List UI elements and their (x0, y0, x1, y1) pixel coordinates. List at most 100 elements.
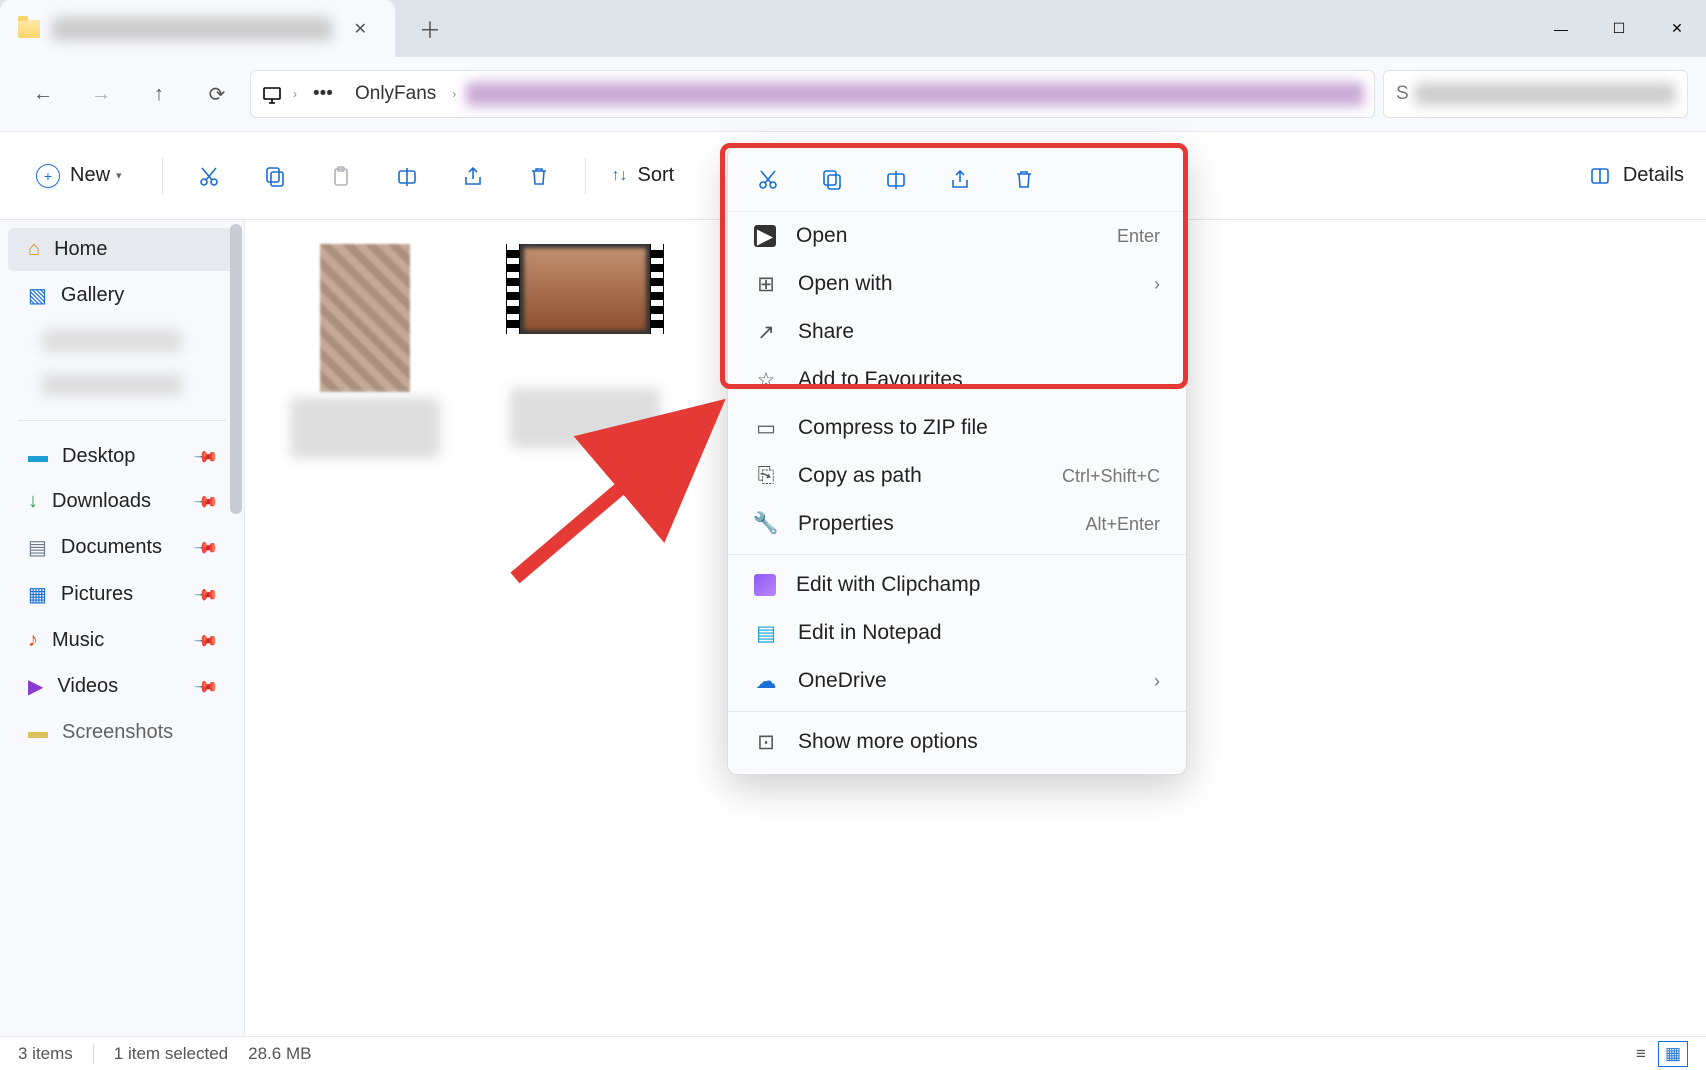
ctx-open-with[interactable]: ⊞ Open with › (728, 260, 1186, 308)
sidebar-item-desktop[interactable]: ▬ Desktop 📌 (8, 435, 236, 478)
ctx-notepad[interactable]: ▤ Edit in Notepad (728, 609, 1186, 657)
gallery-icon: ▧ (28, 283, 47, 308)
sidebar-item-gallery[interactable]: ▧ Gallery (8, 273, 236, 318)
ctx-share-button[interactable] (944, 163, 976, 195)
sidebar-item-label: Downloads (52, 490, 151, 513)
sidebar-item-documents[interactable]: ▤ Documents 📌 (8, 525, 236, 570)
tab-close-button[interactable]: ✕ (344, 13, 377, 45)
up-button[interactable]: ↑ (134, 72, 184, 116)
details-icon (1589, 165, 1611, 187)
star-icon: ☆ (754, 368, 778, 392)
sidebar-item-music[interactable]: ♪ Music 📌 (8, 619, 236, 662)
pin-icon: 📌 (192, 672, 220, 700)
copy-button[interactable] (255, 156, 295, 196)
pin-icon: 📌 (192, 487, 220, 515)
ctx-more-options[interactable]: ⊡ Show more options (728, 718, 1186, 766)
sidebar-item-videos[interactable]: ▶ Videos 📌 (8, 664, 236, 709)
rename-button[interactable] (387, 156, 427, 196)
minimize-button[interactable]: — (1532, 0, 1590, 57)
sidebar-item-label: Screenshots (62, 721, 173, 744)
address-bar[interactable]: › ••• OnlyFans › (250, 70, 1375, 118)
chevron-down-icon: ▾ (116, 169, 122, 182)
paste-button[interactable] (321, 156, 361, 196)
sidebar: ⌂ Home ▧ Gallery ▬ Desktop 📌 ↓ Downloads… (0, 220, 245, 1036)
ctx-cut-button[interactable] (752, 163, 784, 195)
sidebar-item-label: Home (54, 238, 107, 261)
status-size: 28.6 MB (248, 1044, 311, 1064)
ctx-clipchamp[interactable]: Edit with Clipchamp (728, 561, 1186, 609)
downloads-icon: ↓ (28, 490, 38, 513)
open-with-icon: ⊞ (754, 272, 778, 296)
details-button[interactable]: Details (1589, 164, 1684, 187)
list-view-button[interactable]: ≡ (1626, 1041, 1656, 1067)
back-button[interactable]: ← (18, 72, 68, 116)
more-icon[interactable]: ••• (307, 79, 339, 109)
refresh-button[interactable]: ⟳ (192, 72, 242, 116)
tab[interactable]: ✕ (0, 0, 395, 57)
sidebar-item-screenshots[interactable]: ▬ Screenshots (8, 711, 236, 754)
thumbnail (320, 244, 410, 392)
pin-icon: 📌 (192, 442, 220, 470)
new-label: New (70, 164, 110, 187)
separator (728, 554, 1186, 555)
more-icon: ⊡ (754, 730, 778, 754)
file-item[interactable] (285, 244, 445, 458)
file-name-blurred (510, 388, 660, 448)
context-menu: ▶ Open Enter ⊞ Open with › ↗ Share ☆ Add… (727, 146, 1187, 775)
sidebar-item-downloads[interactable]: ↓ Downloads 📌 (8, 480, 236, 523)
scrollbar[interactable] (228, 220, 244, 1036)
play-icon: ▶ (754, 225, 776, 247)
ctx-share[interactable]: ↗ Share (728, 308, 1186, 356)
plus-icon: + (36, 164, 60, 188)
sidebar-item-blurred[interactable] (8, 364, 236, 406)
chevron-right-icon: › (1154, 671, 1160, 692)
pin-icon: 📌 (192, 626, 220, 654)
cut-button[interactable] (189, 156, 229, 196)
status-bar: 3 items 1 item selected 28.6 MB ≡ ▦ (0, 1036, 1706, 1070)
grid-view-button[interactable]: ▦ (1658, 1041, 1688, 1067)
pc-icon (261, 83, 283, 105)
videos-icon: ▶ (28, 674, 43, 699)
tab-title-blurred (52, 17, 332, 41)
chevron-right-icon: › (452, 87, 456, 101)
share-icon: ↗ (754, 320, 778, 344)
sidebar-item-pictures[interactable]: ▦ Pictures 📌 (8, 572, 236, 617)
desktop-icon: ▬ (28, 445, 48, 468)
titlebar: ✕ ＋ — ☐ ✕ (0, 0, 1706, 57)
sort-button[interactable]: ↑↓ Sort (612, 156, 675, 196)
ctx-rename-button[interactable] (880, 163, 912, 195)
delete-button[interactable] (519, 156, 559, 196)
chevron-right-icon: › (293, 87, 297, 101)
ctx-compress[interactable]: ▭ Compress to ZIP file (728, 404, 1186, 452)
breadcrumb-blurred (466, 82, 1364, 106)
ctx-delete-button[interactable] (1008, 163, 1040, 195)
path-icon: ⎘ (754, 464, 778, 488)
clipchamp-icon (754, 574, 776, 596)
new-button[interactable]: + New ▾ (22, 156, 136, 196)
maximize-button[interactable]: ☐ (1590, 0, 1648, 57)
ctx-favourites[interactable]: ☆ Add to Favourites (728, 356, 1186, 404)
sidebar-item-home[interactable]: ⌂ Home (8, 228, 236, 271)
sidebar-item-blurred[interactable] (8, 320, 236, 362)
ctx-copy-path[interactable]: ⎘ Copy as path Ctrl+Shift+C (728, 452, 1186, 500)
sidebar-item-label: Videos (57, 675, 118, 698)
ctx-open[interactable]: ▶ Open Enter (728, 212, 1186, 260)
share-button[interactable] (453, 156, 493, 196)
separator (93, 1044, 94, 1064)
close-button[interactable]: ✕ (1648, 0, 1706, 57)
documents-icon: ▤ (28, 535, 47, 560)
search-input[interactable]: S (1383, 70, 1688, 118)
ctx-properties[interactable]: 🔧 Properties Alt+Enter (728, 500, 1186, 548)
music-icon: ♪ (28, 629, 38, 652)
zip-icon: ▭ (754, 416, 778, 440)
file-name-blurred (290, 398, 440, 458)
new-tab-button[interactable]: ＋ (395, 13, 465, 45)
separator (585, 158, 586, 194)
sidebar-item-label: Gallery (61, 284, 124, 307)
breadcrumb-folder[interactable]: OnlyFans (349, 79, 442, 109)
file-item[interactable] (505, 244, 665, 448)
forward-button[interactable]: → (76, 72, 126, 116)
chevron-right-icon: › (1154, 274, 1160, 295)
ctx-onedrive[interactable]: ☁ OneDrive › (728, 657, 1186, 705)
ctx-copy-button[interactable] (816, 163, 848, 195)
